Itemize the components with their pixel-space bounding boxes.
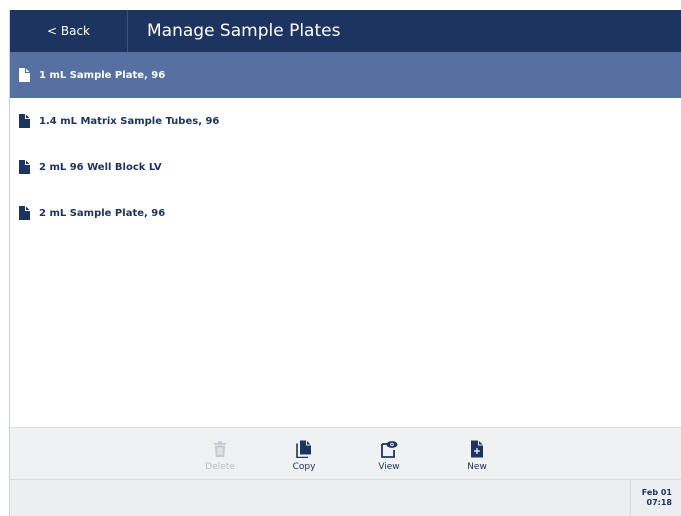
document-icon <box>19 206 30 220</box>
view-button[interactable]: View <box>361 428 417 479</box>
new-button[interactable]: New <box>449 428 505 479</box>
document-icon <box>19 68 30 82</box>
list-item[interactable]: 2 mL Sample Plate, 96 <box>10 190 681 236</box>
clock-time: 07:18 <box>646 498 672 507</box>
delete-label: Delete <box>205 462 235 472</box>
status-bar: Feb 01 07:18 <box>10 479 681 516</box>
clock-date: Feb 01 <box>641 488 672 497</box>
clock: Feb 01 07:18 <box>630 480 681 516</box>
list-item-label: 1.4 mL Matrix Sample Tubes, 96 <box>39 115 220 127</box>
screen: < Back Manage Sample Plates 1 mL Sample … <box>9 10 681 516</box>
list-item-label: 1 mL Sample Plate, 96 <box>39 69 166 81</box>
document-icon <box>19 160 30 174</box>
app-frame: < Back Manage Sample Plates 1 mL Sample … <box>0 0 681 516</box>
header-bar: < Back Manage Sample Plates <box>10 10 681 52</box>
page-title: Manage Sample Plates <box>147 21 341 41</box>
view-icon <box>381 441 398 458</box>
copy-icon <box>296 440 311 458</box>
delete-button[interactable]: Delete <box>192 428 248 479</box>
view-label: View <box>378 462 400 472</box>
list-item[interactable]: 1 mL Sample Plate, 96 <box>10 52 681 98</box>
list-item-label: 2 mL 96 Well Block LV <box>39 161 162 173</box>
document-icon <box>19 114 30 128</box>
action-toolbar: Delete Copy View New <box>10 427 681 479</box>
copy-label: Copy <box>292 462 316 472</box>
copy-button[interactable]: Copy <box>276 428 332 479</box>
back-button[interactable]: < Back <box>10 10 128 52</box>
new-label: New <box>467 462 487 472</box>
new-document-icon <box>471 440 483 458</box>
trash-icon <box>214 441 226 457</box>
list-item[interactable]: 1.4 mL Matrix Sample Tubes, 96 <box>10 98 681 144</box>
list-item[interactable]: 2 mL 96 Well Block LV <box>10 144 681 190</box>
plate-list: 1 mL Sample Plate, 96 1.4 mL Matrix Samp… <box>10 52 681 236</box>
left-edge <box>0 0 9 516</box>
list-item-label: 2 mL Sample Plate, 96 <box>39 207 166 219</box>
